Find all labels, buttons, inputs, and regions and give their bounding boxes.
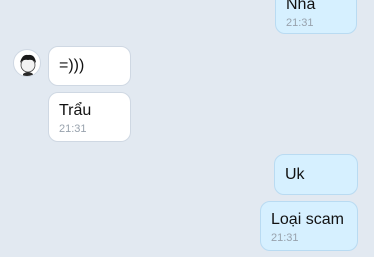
message-bubble-outgoing[interactable]: Nha 21:31 — [275, 0, 357, 34]
message-bubble-incoming[interactable]: =))) — [48, 46, 131, 86]
message-text: Uk — [285, 166, 305, 183]
message-text: Trẩu — [59, 102, 92, 119]
message-time: 21:31 — [59, 123, 87, 135]
message-time: 21:31 — [271, 232, 299, 244]
message-text: Loại scam — [271, 211, 344, 228]
message-bubble-outgoing[interactable]: Uk — [274, 154, 358, 195]
message-text: Nha — [286, 0, 316, 13]
message-bubble-incoming[interactable]: Trẩu 21:31 — [48, 92, 131, 142]
avatar-illustration — [20, 54, 36, 76]
message-time: 21:31 — [286, 17, 314, 29]
message-text: =))) — [59, 57, 85, 74]
contact-avatar-icon[interactable] — [13, 49, 41, 77]
message-bubble-outgoing[interactable]: Loại scam 21:31 — [260, 201, 358, 251]
